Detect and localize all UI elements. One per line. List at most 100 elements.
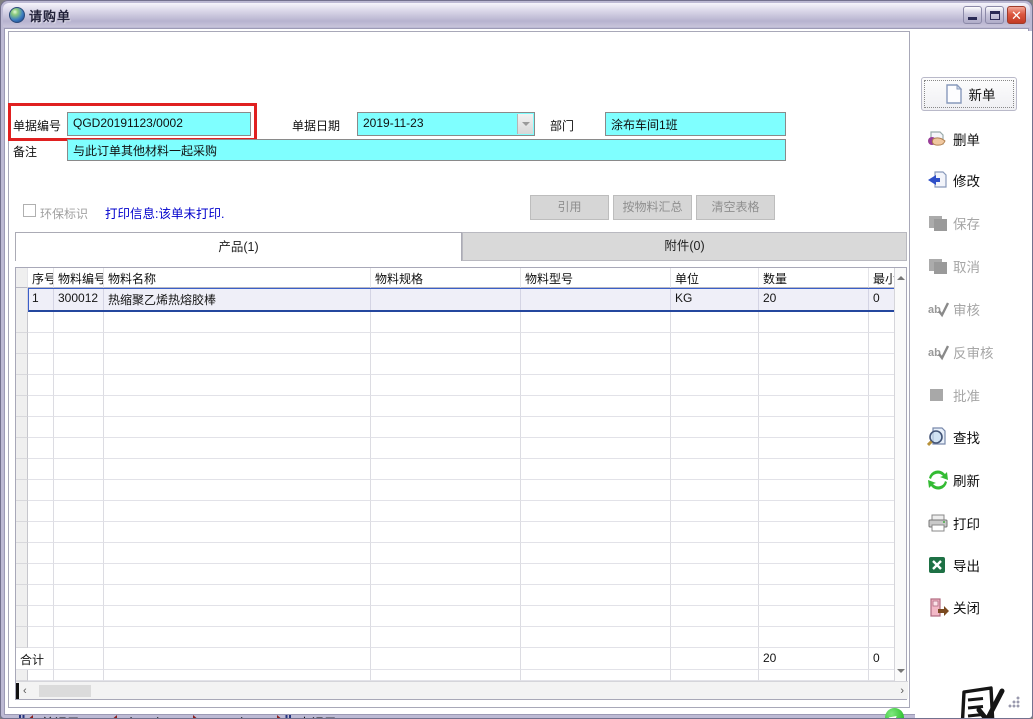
grid-cell[interactable]: 0 (869, 288, 895, 312)
grid-cell (371, 480, 521, 501)
column-header[interactable]: 最小 (869, 268, 895, 288)
grid-cell (371, 543, 521, 564)
grid-cell (869, 312, 895, 333)
sidebar-button-label: 关闭 (953, 597, 980, 617)
eco-label-text: 环保标识 (40, 205, 88, 222)
column-header[interactable]: 物料规格 (371, 268, 521, 288)
recnav-last-button[interactable]: 末记录 (276, 713, 337, 719)
tab-attachments[interactable]: 附件(0) (462, 232, 907, 261)
clear-table-button[interactable]: 清空表格 (696, 195, 775, 220)
grid-cell[interactable]: KG (671, 288, 759, 312)
sidebar-button-save[interactable]: 保存 (927, 211, 1027, 235)
sidebar-button-delete[interactable]: 删单 (927, 127, 1027, 151)
grid-cell (671, 417, 759, 438)
grid-cell (54, 543, 104, 564)
chevron-down-icon[interactable] (517, 114, 533, 134)
close-button[interactable]: ✕ (1007, 6, 1026, 24)
tab-products[interactable]: 产品(1) (15, 232, 462, 261)
scroll-right-icon[interactable]: › (896, 683, 908, 699)
department-input[interactable]: 涂布车间1班 (605, 112, 786, 136)
grid-cell (104, 585, 371, 606)
row-indicator (16, 564, 28, 585)
sidebar-button-print[interactable]: 打印 (927, 511, 1027, 535)
maximize-button[interactable] (985, 6, 1004, 24)
doc-date-input[interactable]: 2019-11-23 (357, 112, 535, 136)
grid-cell (521, 648, 671, 670)
grid-cell (671, 627, 759, 648)
grid-cell (869, 627, 895, 648)
sidebar-button-unaudit[interactable]: ab反审核 (927, 340, 1027, 364)
remark-input[interactable]: 与此订单其他材料一起采购 (67, 139, 786, 161)
table-row[interactable]: 1300012热缩聚乙烯热熔胶棒 KG200 (16, 288, 895, 312)
grid-cell (104, 627, 371, 648)
resize-grip[interactable] (1008, 696, 1020, 708)
remark-label: 备注 (13, 143, 37, 160)
grid-cell[interactable]: 热缩聚乙烯热熔胶棒 (104, 288, 371, 312)
sidebar-button-label: 查找 (953, 427, 980, 447)
grid-cell (104, 648, 371, 670)
first-record-icon (19, 714, 34, 719)
grid-cell (869, 375, 895, 396)
grid-cell (671, 648, 759, 670)
empty-row (16, 627, 895, 648)
green-circle-arrow-icon (885, 708, 904, 719)
grid-cell[interactable] (371, 288, 521, 312)
grid-cell (869, 606, 895, 627)
app-window: 请购单 ✕ 单据编号 QGD20191123/0002 单据日期 2019-11… (0, 0, 1033, 719)
column-header[interactable]: 序号 (28, 268, 54, 288)
column-header[interactable]: 单位 (671, 268, 759, 288)
minimize-button[interactable] (963, 6, 982, 24)
svg-text:ab: ab (928, 304, 941, 316)
grid-cell[interactable]: 300012 (54, 288, 104, 312)
sidebar-button-refresh[interactable]: 刷新 (927, 468, 1027, 492)
sidebar-button-new[interactable]: 新单 (921, 77, 1017, 111)
sidebar-button-label: 删单 (953, 129, 980, 149)
recnav-next-button[interactable]: 下一个 (192, 713, 248, 719)
total-label: 合计 (16, 648, 54, 670)
eco-label-checkbox[interactable] (23, 204, 36, 217)
scroll-up-icon[interactable] (897, 272, 905, 280)
grid-cell (671, 333, 759, 354)
scroll-down-icon[interactable] (897, 669, 905, 677)
grid-cell[interactable]: 20 (759, 288, 869, 312)
scrollbar-thumb[interactable] (39, 685, 91, 697)
row-indicator (16, 288, 28, 312)
grid-cell (759, 522, 869, 543)
sidebar-button-export[interactable]: 导出 (927, 553, 1027, 577)
recnav-prev-button[interactable]: 上一个 (108, 713, 164, 719)
column-header[interactable]: 物料编号 (54, 268, 104, 288)
empty-row (16, 438, 895, 459)
column-header[interactable]: 物料型号 (521, 268, 671, 288)
doc-no-input[interactable]: QGD20191123/0002 (67, 112, 251, 136)
quote-button[interactable]: 引用 (530, 195, 609, 220)
sidebar-button-approve[interactable]: 批准 (927, 383, 1027, 407)
sidebar-button-cancel[interactable]: 取消 (927, 254, 1027, 278)
sidebar-button-audit[interactable]: ab 审核 (927, 297, 1027, 321)
sidebar-button-modify[interactable]: 修改 (927, 168, 1027, 192)
horizontal-scrollbar[interactable]: ‹ › (16, 681, 908, 699)
find-icon (927, 426, 949, 448)
empty-row (16, 375, 895, 396)
column-header[interactable]: 物料名称 (104, 268, 371, 288)
row-indicator (16, 522, 28, 543)
grid-cell[interactable]: 1 (28, 288, 54, 312)
grid-cell (54, 396, 104, 417)
grid-cell (671, 459, 759, 480)
column-header[interactable]: 数量 (759, 268, 869, 288)
vertical-scrollbar[interactable] (894, 268, 906, 681)
scroll-left-icon[interactable]: ‹ (19, 683, 31, 699)
row-indicator (16, 501, 28, 522)
sidebar-button-find[interactable]: 查找 (927, 425, 1027, 449)
sidebar-button-close[interactable]: 关闭 (927, 595, 1027, 619)
sidebar-button-label: 审核 (953, 299, 980, 319)
summarize-by-material-button[interactable]: 按物料汇总 (613, 195, 692, 220)
grid-cell (54, 627, 104, 648)
grid-cell (371, 501, 521, 522)
print-info-text: 打印信息:该单未打印. (105, 203, 224, 222)
recnav-first-button[interactable]: 首记录 (19, 713, 80, 719)
grid-cell (28, 396, 54, 417)
grid-cell (521, 670, 671, 681)
grid-cell[interactable] (521, 288, 671, 312)
grid-cell (759, 354, 869, 375)
export-icon (927, 554, 949, 576)
